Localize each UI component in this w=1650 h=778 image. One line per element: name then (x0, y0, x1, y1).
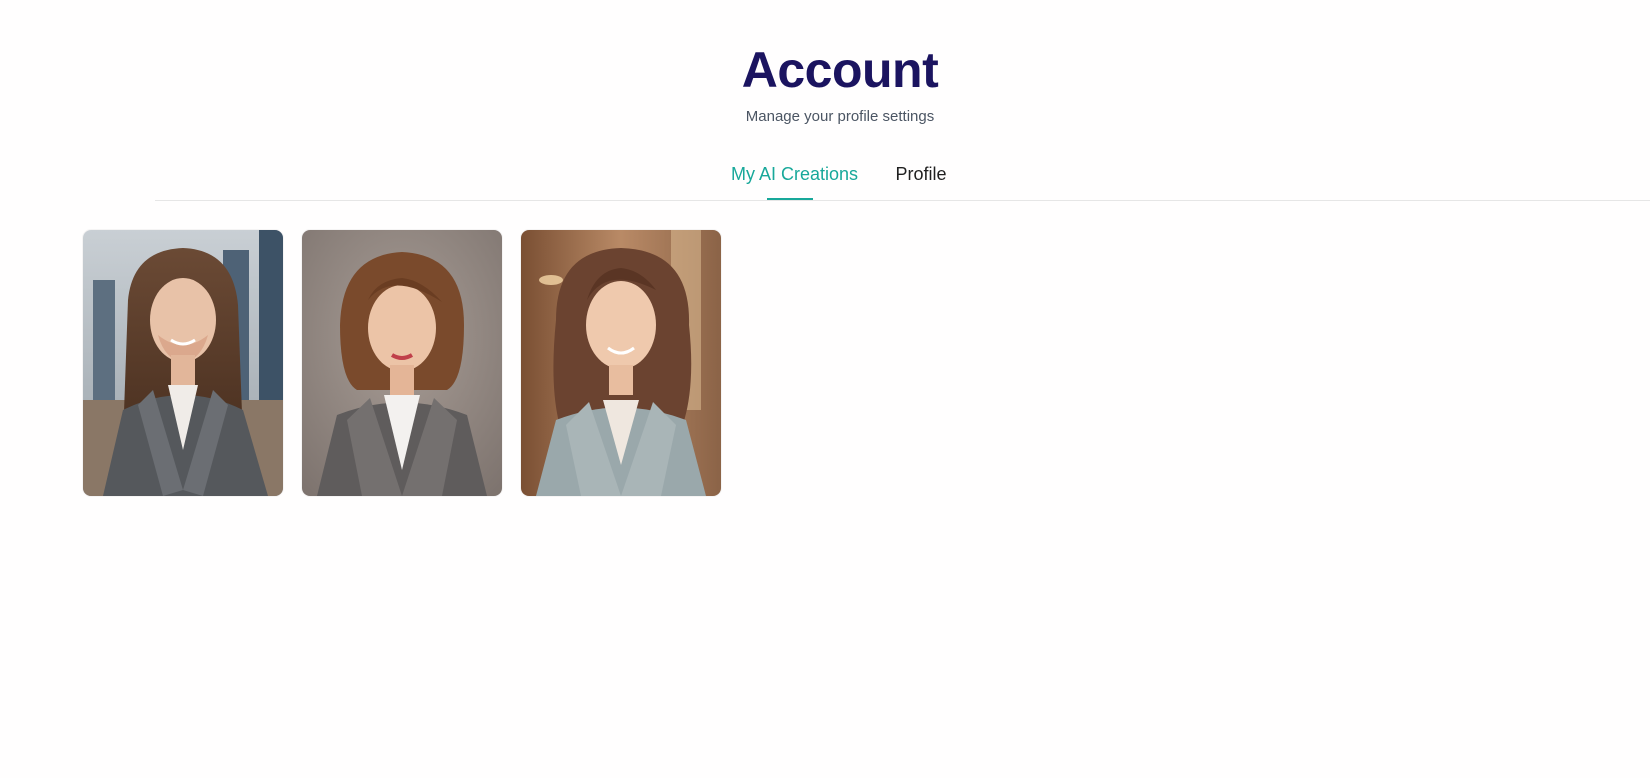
tabs-divider (155, 200, 1650, 201)
portrait-image-1 (83, 230, 283, 496)
tab-my-ai-creations[interactable]: My AI Creations (731, 160, 858, 201)
ai-creation-card-2[interactable] (302, 230, 502, 496)
ai-creation-card-1[interactable] (83, 230, 283, 496)
page-title: Account (741, 42, 939, 98)
portrait-image-3 (521, 230, 721, 496)
ai-creations-gallery (83, 230, 721, 496)
tab-profile[interactable]: Profile (893, 160, 949, 201)
page-subtitle: Manage your profile settings (745, 108, 935, 125)
portrait-image-2 (302, 230, 502, 496)
account-tabs: My AI Creations Profile (0, 160, 1650, 200)
account-page: Account Manage your profile settings My … (0, 0, 1650, 778)
ai-creation-card-3[interactable] (521, 230, 721, 496)
